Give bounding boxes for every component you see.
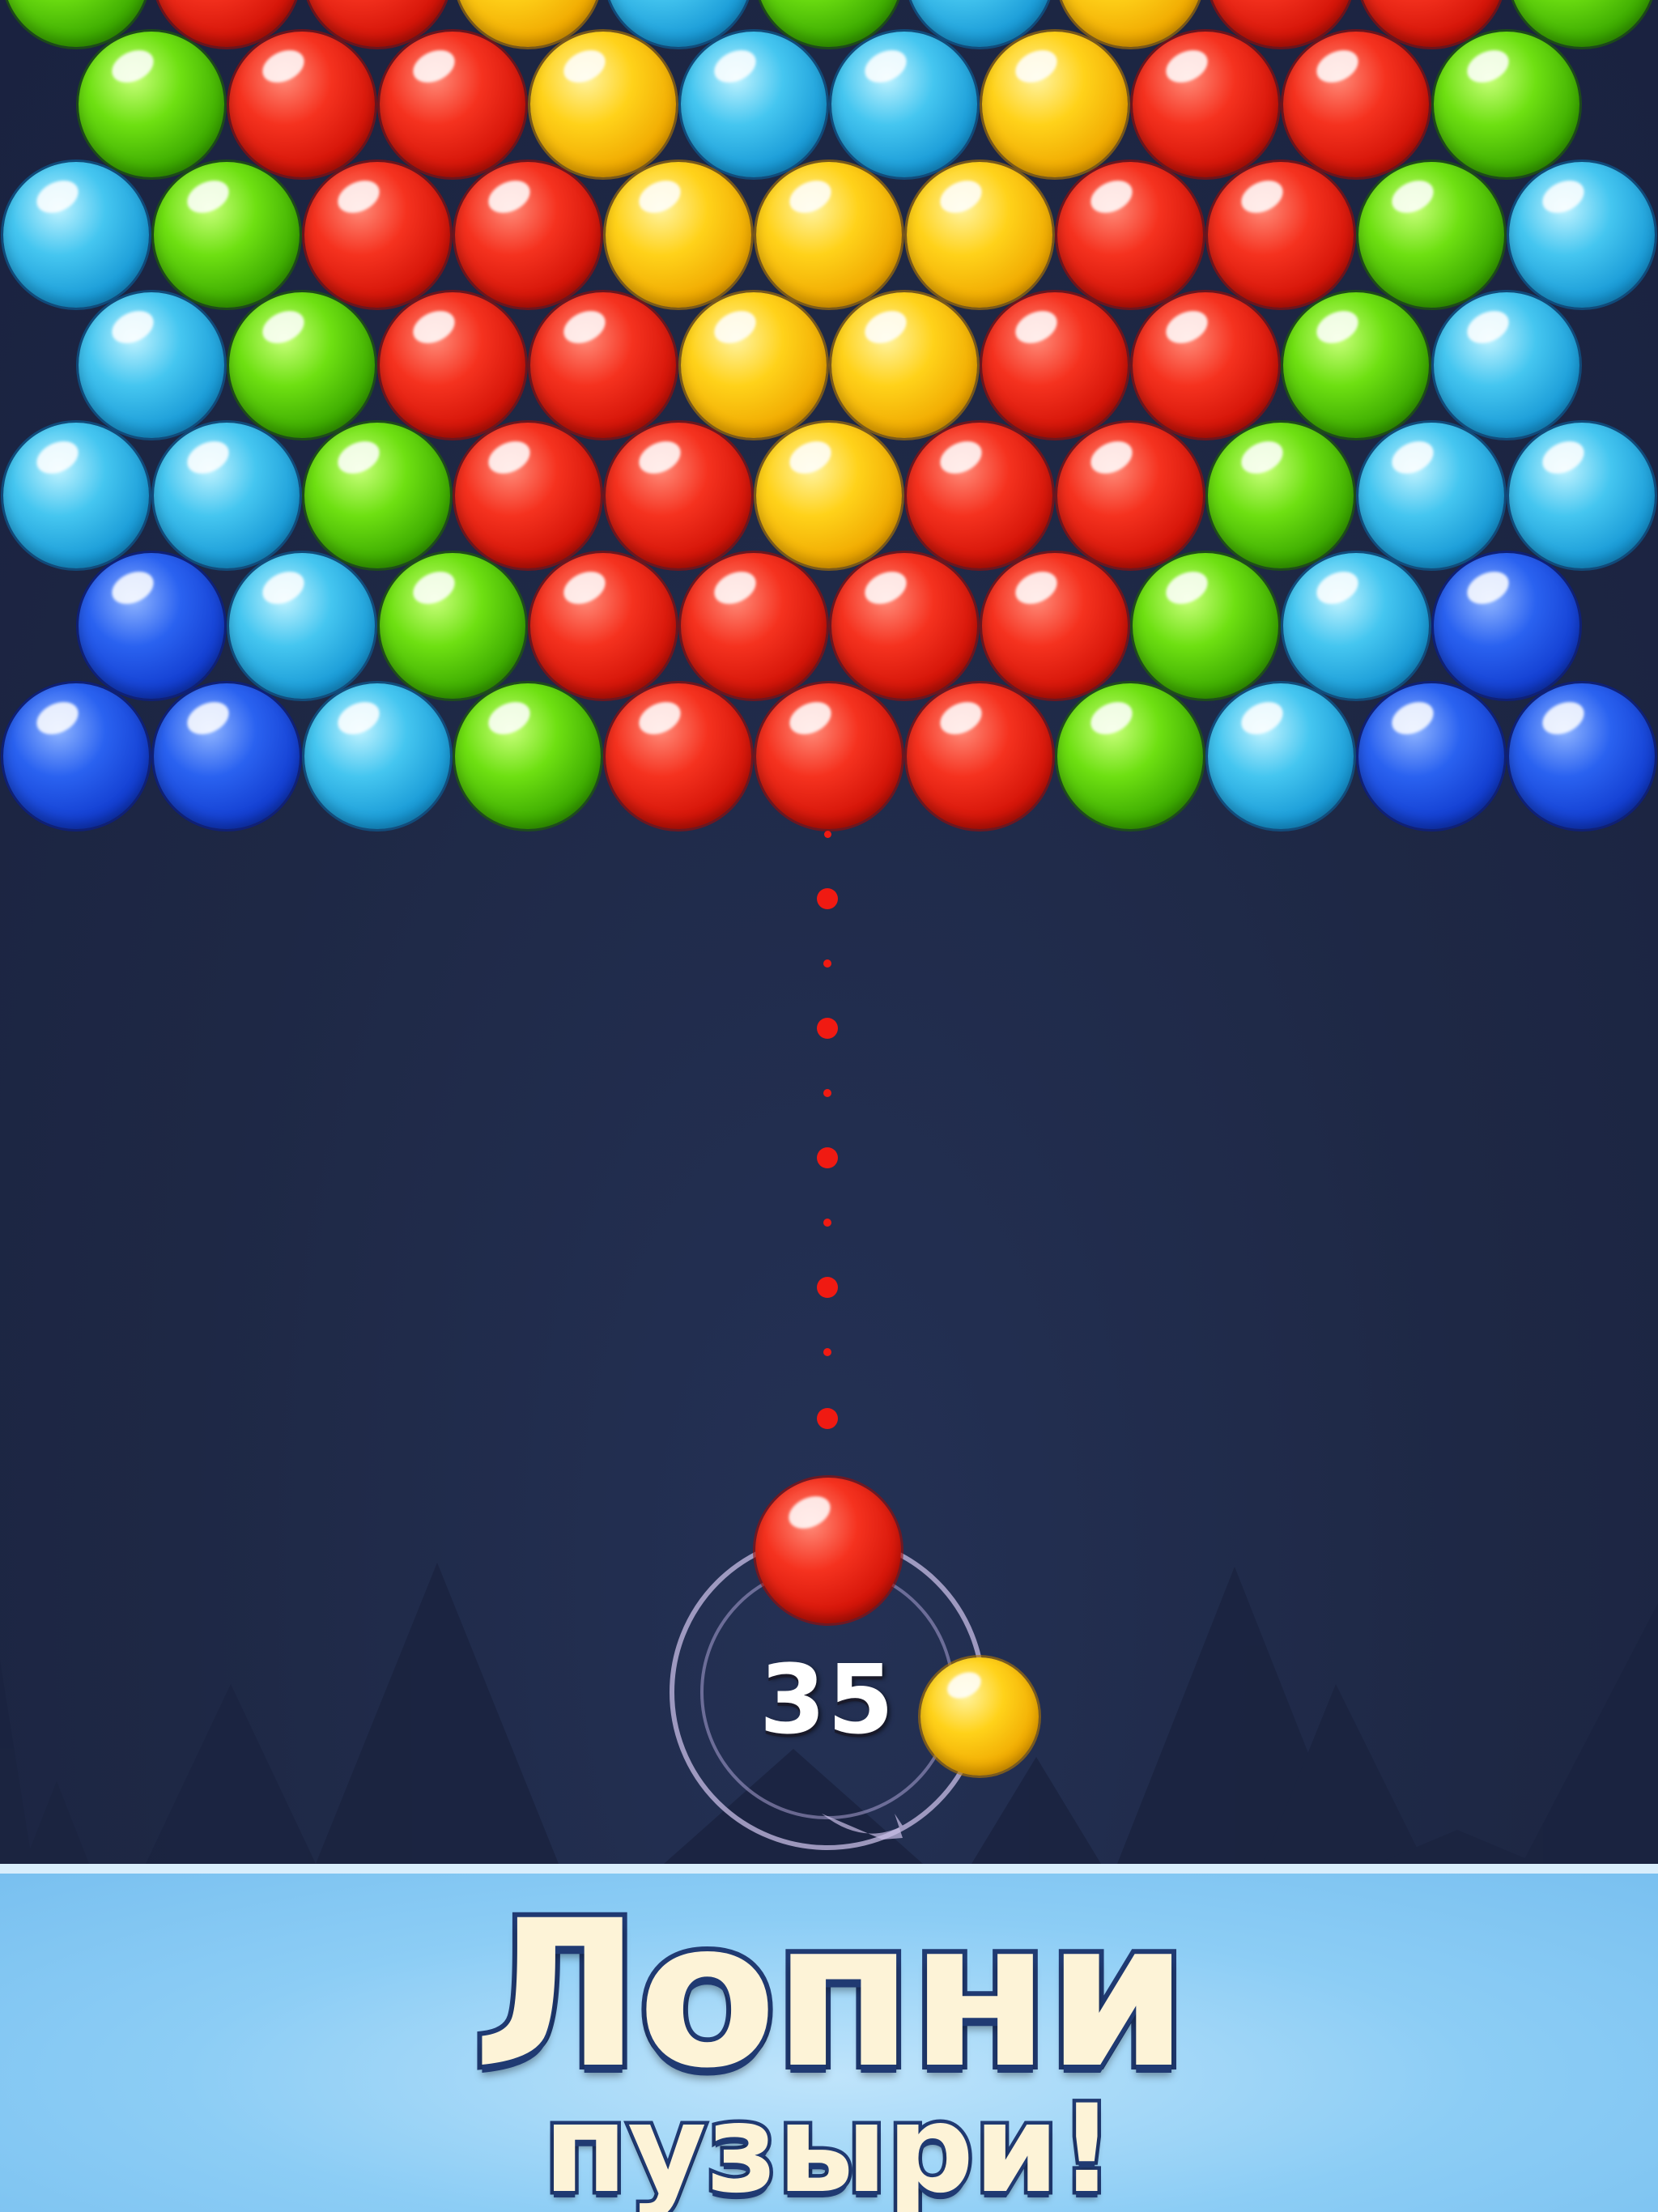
cyan-bubble xyxy=(304,683,450,829)
blue-bubble xyxy=(79,553,224,699)
red-bubble xyxy=(1208,162,1354,308)
green-bubble xyxy=(154,162,300,308)
cyan-bubble xyxy=(1208,683,1354,829)
green-bubble xyxy=(380,553,525,699)
cyan-bubble xyxy=(1283,553,1429,699)
red-bubble xyxy=(530,292,676,438)
yellow-bubble xyxy=(907,162,1052,308)
banner-title: Лопни xyxy=(468,1872,1193,2117)
blue-bubble xyxy=(154,683,300,829)
cyan-bubble xyxy=(1509,423,1655,568)
red-bubble xyxy=(606,423,751,568)
aim-dot xyxy=(823,1348,831,1356)
red-bubble xyxy=(1283,32,1429,177)
cyan-bubble xyxy=(3,423,149,568)
aim-dot xyxy=(823,959,831,968)
green-bubble xyxy=(1434,32,1579,177)
yellow-bubble xyxy=(756,423,902,568)
yellow-bubble xyxy=(831,292,977,438)
cyan-bubble xyxy=(1434,292,1579,438)
red-bubble xyxy=(304,162,450,308)
blue-bubble xyxy=(1509,683,1655,829)
moves-counter: 35 xyxy=(759,1644,896,1755)
cyan-bubble xyxy=(1358,423,1504,568)
green-bubble xyxy=(1208,423,1354,568)
cyan-bubble xyxy=(229,553,375,699)
swap-arrow-icon[interactable] xyxy=(818,1789,907,1846)
red-bubble xyxy=(1133,32,1278,177)
red-bubble xyxy=(455,423,601,568)
red-bubble xyxy=(380,32,525,177)
aim-dot xyxy=(817,1408,838,1429)
cyan-bubble xyxy=(154,423,300,568)
aim-dot xyxy=(817,1018,838,1039)
banner-subtitle: пузыри! xyxy=(540,2076,1118,2212)
green-bubble xyxy=(1358,162,1504,308)
blue-bubble xyxy=(1434,553,1579,699)
red-bubble xyxy=(380,292,525,438)
aim-dot xyxy=(823,1219,831,1227)
aim-dot xyxy=(823,1089,831,1097)
aim-dot xyxy=(823,830,831,838)
yellow-bubble xyxy=(606,162,751,308)
green-bubble xyxy=(1133,553,1278,699)
cyan-bubble xyxy=(831,32,977,177)
red-bubble xyxy=(1133,292,1278,438)
blue-bubble xyxy=(3,683,149,829)
green-bubble xyxy=(1057,683,1203,829)
red-bubble xyxy=(681,553,827,699)
cyan-bubble xyxy=(1509,162,1655,308)
yellow-bubble xyxy=(756,162,902,308)
game-screen: 35 Лопни пузыри! xyxy=(0,0,1658,2212)
red-bubble xyxy=(756,683,902,829)
aim-dot xyxy=(817,888,838,909)
game-board[interactable]: 35 xyxy=(0,0,1658,1864)
red-bubble xyxy=(831,553,977,699)
green-bubble xyxy=(304,423,450,568)
red-bubble xyxy=(982,292,1128,438)
green-bubble xyxy=(1283,292,1429,438)
green-bubble xyxy=(229,292,375,438)
aim-dot xyxy=(817,1147,838,1168)
red-bubble xyxy=(1057,423,1203,568)
shooter-bubble[interactable] xyxy=(755,1478,901,1623)
blue-bubble xyxy=(1358,683,1504,829)
cyan-bubble xyxy=(79,292,224,438)
next-bubble[interactable] xyxy=(920,1657,1039,1776)
red-bubble xyxy=(1057,162,1203,308)
red-bubble xyxy=(907,423,1052,568)
green-bubble xyxy=(79,32,224,177)
aim-dot xyxy=(817,1277,838,1298)
cyan-bubble xyxy=(3,162,149,308)
red-bubble xyxy=(229,32,375,177)
yellow-bubble xyxy=(982,32,1128,177)
red-bubble xyxy=(530,553,676,699)
green-bubble xyxy=(455,683,601,829)
yellow-bubble xyxy=(681,292,827,438)
red-bubble xyxy=(606,683,751,829)
red-bubble xyxy=(907,683,1052,829)
cyan-bubble xyxy=(681,32,827,177)
red-bubble xyxy=(982,553,1128,699)
yellow-bubble xyxy=(530,32,676,177)
red-bubble xyxy=(455,162,601,308)
